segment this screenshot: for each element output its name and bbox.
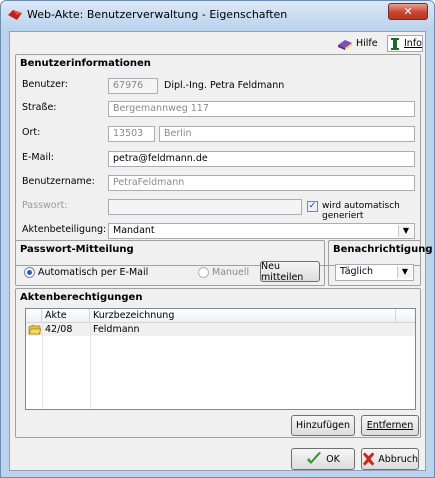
- benachrichtigung-title: Benachrichtigung: [333, 244, 433, 255]
- entfernen-label: Entfernen: [366, 420, 414, 431]
- window-title: Web-Akte: Benutzerverwaltung - Eigenscha…: [27, 8, 288, 21]
- close-icon: ✕: [403, 5, 413, 18]
- passwort-label: Passwort:: [22, 200, 68, 211]
- aktenbeteiligung-select[interactable]: Mandant ▼: [108, 223, 415, 239]
- help-book-icon: [338, 39, 352, 50]
- ok-label: OK: [326, 453, 340, 465]
- strasse-field[interactable]: Bergemannweg 117: [108, 101, 415, 117]
- title-bar[interactable]: Web-Akte: Benutzerverwaltung - Eigenscha…: [1, 1, 434, 29]
- abbruch-button[interactable]: Abbruch: [361, 448, 419, 470]
- column-divider: [42, 322, 43, 409]
- email-field[interactable]: petra@feldmann.de: [108, 151, 415, 167]
- neu-mitteilen-label: Neu mitteilen: [261, 260, 304, 283]
- passwort-mitteilung-title: Passwort-Mitteilung: [20, 244, 134, 255]
- benachrichtigung-value: Täglich: [340, 266, 374, 277]
- cancel-x-icon: [362, 452, 375, 466]
- ort-field[interactable]: Berlin: [159, 126, 415, 142]
- aktenbeteiligung-label: Aktenbeteiligung:: [22, 224, 107, 235]
- akten-table[interactable]: Akte Kurzbezeichnung 42/08 Feldmann: [25, 308, 416, 410]
- dialog-client: Hilfe Info Benutzerinformationen Benutze…: [9, 31, 433, 471]
- app-logo-icon: [8, 10, 22, 20]
- dialog-window: Web-Akte: Benutzerverwaltung - Eigenscha…: [0, 0, 435, 478]
- passwort-field: [108, 199, 302, 215]
- column-header-kurzbezeichnung[interactable]: Kurzbezeichnung: [90, 309, 396, 322]
- row-akte: 42/08: [45, 324, 73, 335]
- passwort-mitteilung-group: Passwort-Mitteilung Automatisch per E-Ma…: [15, 240, 325, 286]
- radio-email[interactable]: [24, 267, 35, 278]
- benutzername-label: Benutzername:: [22, 176, 95, 187]
- radio-email-label: Automatisch per E-Mail: [38, 267, 149, 278]
- radio-manuell-label: Manuell: [212, 267, 250, 278]
- abbruch-label: Abbruch: [378, 453, 418, 465]
- hinzufuegen-label: Hinzufügen: [295, 420, 351, 431]
- table-header-indicator: [26, 309, 42, 322]
- radio-manuell[interactable]: [198, 267, 209, 278]
- neu-mitteilen-button[interactable]: Neu mitteilen: [260, 260, 320, 283]
- benutzername-field[interactable]: PetraFeldmann: [108, 175, 415, 191]
- close-button[interactable]: ✕: [388, 3, 428, 20]
- folder-icon: [28, 324, 41, 335]
- row-kurzbezeichnung: Feldmann: [93, 324, 140, 335]
- plz-field[interactable]: 13503: [108, 126, 155, 142]
- chevron-down-icon: ▼: [398, 225, 413, 237]
- check-icon: [307, 452, 322, 464]
- chevron-down-icon: ▼: [397, 266, 412, 278]
- benachrichtigung-group: Benachrichtigung Täglich ▼: [328, 240, 433, 286]
- benutzer-label: Benutzer:: [22, 79, 68, 90]
- benutzerinformationen-title: Benutzerinformationen: [20, 58, 151, 69]
- hinzufuegen-button[interactable]: Hinzufügen: [291, 415, 355, 436]
- strasse-label: Straße:: [22, 102, 57, 113]
- toolbar: Hilfe Info: [10, 32, 425, 54]
- email-label: E-Mail:: [22, 152, 54, 163]
- entfernen-button[interactable]: Entfernen: [361, 415, 419, 436]
- benutzer-name-text: Dipl.-Ing. Petra Feldmann: [164, 80, 285, 91]
- benachrichtigung-select[interactable]: Täglich ▼: [335, 264, 414, 281]
- aktenbeteiligung-value: Mandant: [113, 225, 155, 236]
- column-divider: [90, 322, 91, 409]
- column-header-akte[interactable]: Akte: [42, 309, 90, 322]
- aktenberechtigungen-title: Aktenberechtigungen: [20, 292, 143, 303]
- ok-button[interactable]: OK: [291, 448, 355, 470]
- table-row[interactable]: 42/08 Feldmann: [26, 323, 415, 336]
- info-label: Info: [404, 38, 422, 49]
- benutzer-id-field: 67976: [108, 78, 158, 94]
- ort-label: Ort:: [22, 127, 41, 138]
- info-i-icon: [391, 38, 399, 50]
- benutzerinformationen-group: Benutzerinformationen Benutzer: 67976 Di…: [15, 54, 421, 266]
- hilfe-label: Hilfe: [356, 38, 378, 49]
- auto-generiert-label: wird automatisch generiert: [322, 201, 400, 221]
- hilfe-button[interactable]: Hilfe: [337, 35, 385, 52]
- auto-generiert-checkbox[interactable]: ✓: [307, 201, 318, 212]
- info-button[interactable]: Info: [387, 35, 423, 52]
- checkmark-icon: ✓: [308, 201, 317, 211]
- table-header: Akte Kurzbezeichnung: [26, 309, 415, 323]
